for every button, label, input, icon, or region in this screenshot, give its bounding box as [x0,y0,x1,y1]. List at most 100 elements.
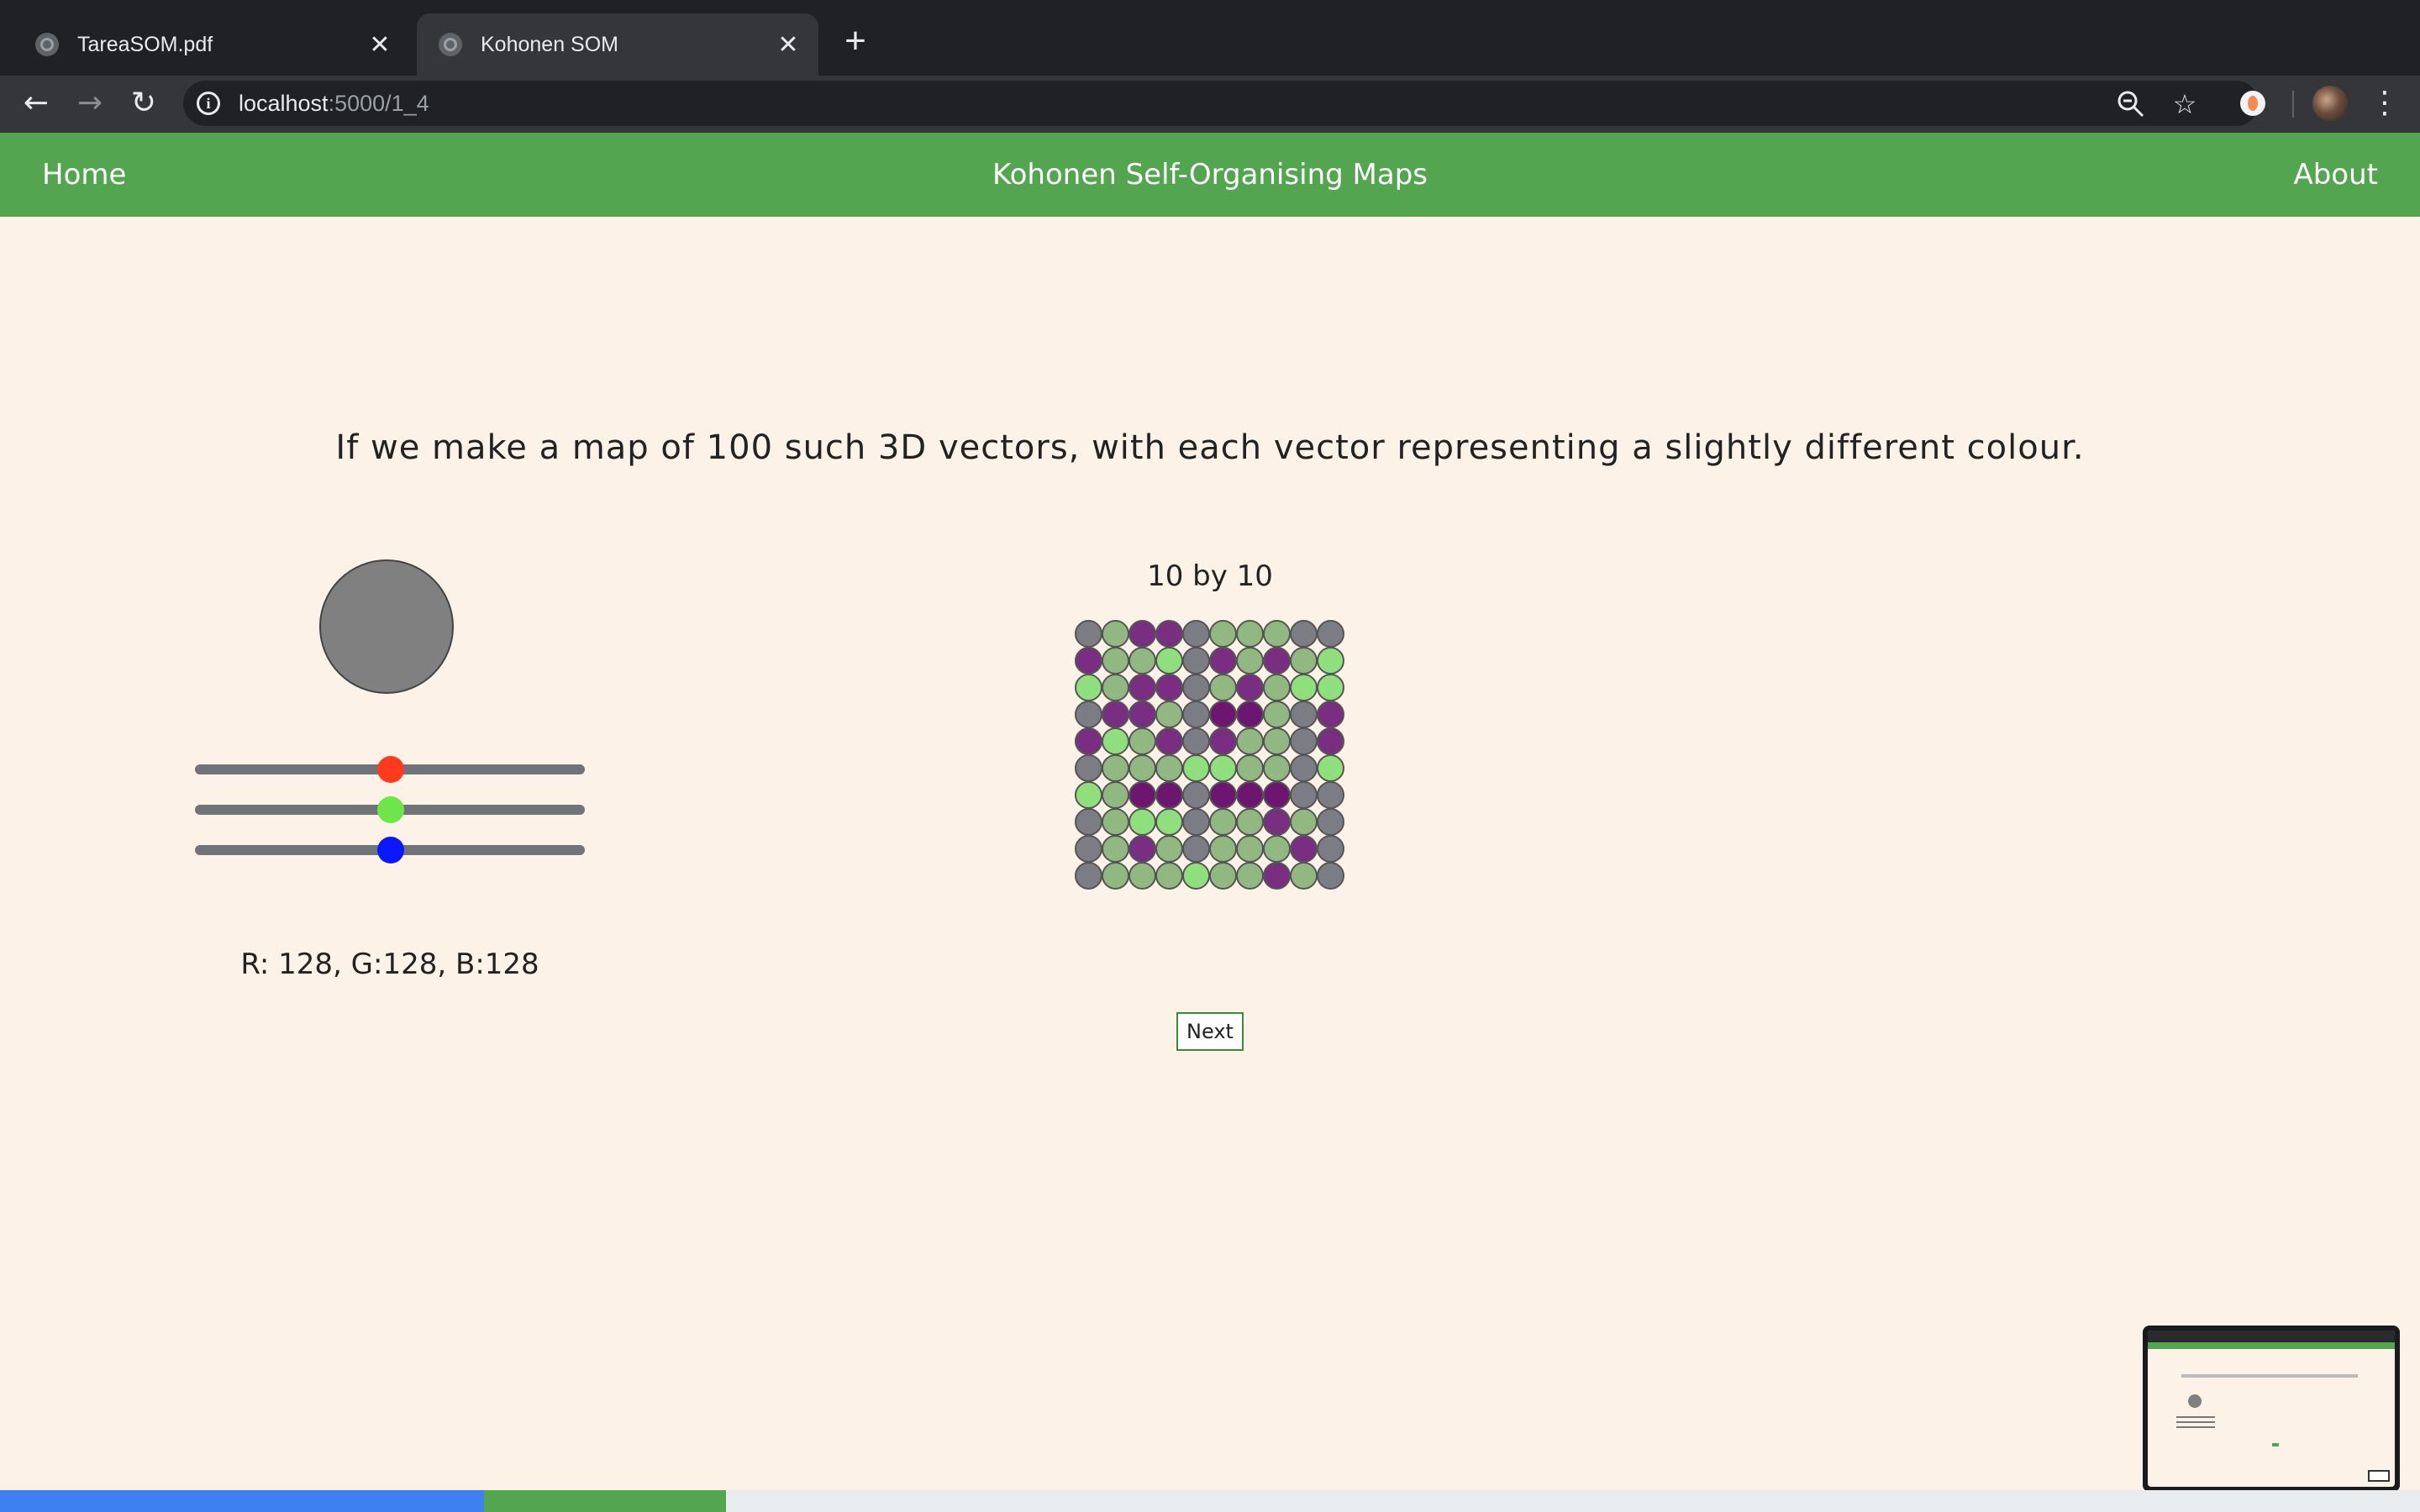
som-node [1102,862,1129,890]
som-node [1155,835,1183,863]
page-title: Kohonen Self-Organising Maps [992,158,1428,192]
lesson-text: If we make a map of 100 such 3D vectors,… [335,428,2085,467]
thumbnail-slider [2176,1421,2215,1423]
new-tab-button[interactable]: + [839,22,872,60]
green-slider[interactable] [195,796,585,823]
som-node [1317,808,1344,836]
som-node [1075,808,1102,836]
som-node [1155,727,1183,755]
som-node [1236,754,1264,782]
som-node [1128,754,1156,782]
forward-arrow-icon[interactable]: → [71,84,109,123]
som-node [1182,862,1210,890]
thumbnail-button [2272,1443,2279,1446]
som-node [1263,620,1291,648]
som-node [1182,835,1210,863]
progress-fill-green [484,1490,726,1512]
som-node [1236,808,1264,836]
som-node [1317,862,1344,890]
som-node [1236,835,1264,863]
som-node [1128,674,1156,701]
som-node [1263,808,1291,836]
more-menu-icon[interactable]: ⋮ [2370,84,2400,123]
red-slider-thumb[interactable] [377,756,404,783]
thumbnail-circle [2188,1394,2202,1408]
som-node [1182,808,1210,836]
som-node [1263,647,1291,675]
som-node [1075,862,1102,890]
som-node [1209,674,1237,701]
som-node [1263,862,1291,890]
som-node [1236,862,1264,890]
nav-about-link[interactable]: About [2293,133,2378,217]
info-icon[interactable]: i [197,92,220,115]
som-node [1236,701,1264,728]
app-navbar: Home Kohonen Self-Organising Maps About [0,133,2420,217]
som-node [1102,647,1129,675]
red-slider[interactable] [195,756,585,783]
som-node [1075,674,1102,701]
tab-title: TareaSOM.pdf [77,32,213,56]
som-node [1182,701,1210,728]
green-slider-thumb[interactable] [377,796,404,823]
url-text[interactable]: localhost:5000/1_4 [239,81,429,126]
thumbnail-navbar [2148,1342,2395,1349]
som-node [1102,781,1129,809]
som-node [1290,647,1318,675]
url-path: :5000/1_4 [328,91,429,116]
zoom-icon[interactable] [2114,87,2148,121]
rgb-readout: R: 128, G:128, B:128 [240,948,539,981]
thumbnail-tabbar [2148,1331,2395,1342]
som-node [1209,647,1237,675]
back-arrow-icon[interactable]: ← [17,84,55,123]
som-node [1290,835,1318,863]
som-node [1075,835,1102,863]
som-node [1182,754,1210,782]
som-node [1317,674,1344,701]
browser-tab-strip: TareaSOM.pdf ✕ Kohonen SOM ✕ + [0,0,2420,76]
nav-home-link[interactable]: Home [42,133,126,217]
som-node [1155,862,1183,890]
toolbar-divider [2292,91,2294,118]
address-bar[interactable]: i localhost:5000/1_4 ☆ [183,81,2259,126]
blue-slider[interactable] [195,837,585,864]
som-node [1236,781,1264,809]
som-node [1263,674,1291,701]
som-node [1263,754,1291,782]
som-node [1290,727,1318,755]
som-node [1102,674,1129,701]
reload-icon[interactable]: ↻ [124,84,163,123]
som-node [1236,727,1264,755]
close-tab-icon[interactable]: ✕ [771,30,805,60]
browser-tab[interactable]: TareaSOM.pdf ✕ [13,13,410,76]
som-node [1263,781,1291,809]
browser-tab-active[interactable]: Kohonen SOM ✕ [417,13,818,76]
next-button[interactable]: Next [1176,1012,1244,1051]
som-node [1317,835,1344,863]
star-icon[interactable]: ☆ [2168,87,2202,121]
som-node [1209,620,1237,648]
browser-toolbar: ← → ↻ i localhost:5000/1_4 ☆ ⋮ [0,76,2420,133]
som-node [1075,781,1102,809]
blue-slider-thumb[interactable] [377,837,404,864]
som-node [1075,620,1102,648]
thumbnail-slider [2176,1416,2215,1418]
extension-icon[interactable] [2240,91,2265,116]
close-tab-icon[interactable]: ✕ [363,30,397,60]
som-node [1317,754,1344,782]
profile-avatar[interactable] [2312,86,2348,121]
som-node [1209,808,1237,836]
som-node [1290,620,1318,648]
som-node [1128,647,1156,675]
color-preview-circle [319,559,454,694]
som-node [1102,727,1129,755]
url-host: localhost [239,91,329,116]
som-node [1128,727,1156,755]
screenshot-thumbnail[interactable] [2143,1326,2400,1492]
som-node [1209,754,1237,782]
progress-bar [0,1490,2420,1512]
som-node [1128,835,1156,863]
som-node [1182,620,1210,648]
som-node [1075,727,1102,755]
som-node [1155,647,1183,675]
